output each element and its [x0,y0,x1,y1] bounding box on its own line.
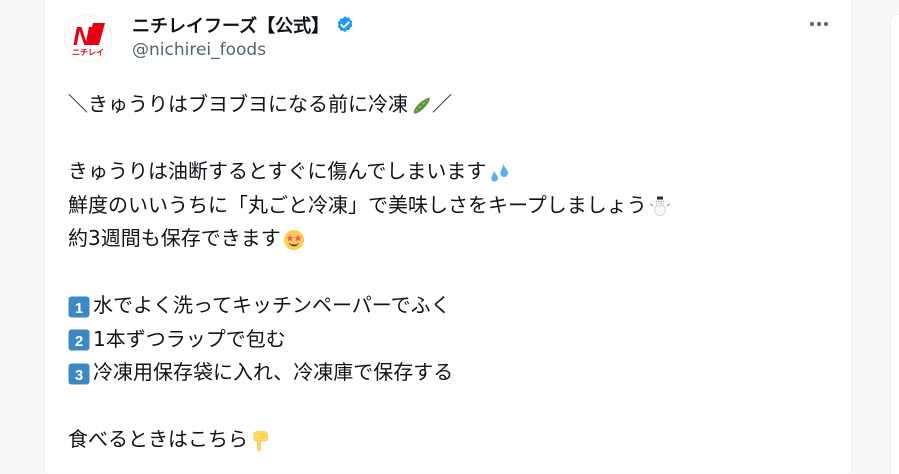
step-item: 3 冷凍用保存袋に入れ、冷凍庫で保存する [68,356,828,390]
svg-text:1: 1 [75,300,83,317]
backhand-index-pointing-down-emoji [250,429,272,452]
post-text: ＼きゅうりはブヨブヨになる前に冷凍 ／ きゅうりは油断するとすぐに傷んでしまいま… [68,88,828,457]
author-handle[interactable]: @nichirei_foods [132,40,266,60]
nichirei-logo-icon: N ニチレイ [72,21,105,57]
verified-badge-icon[interactable] [335,15,355,35]
text-line: 食べるときはこちら [68,423,828,457]
sweat-droplets-emoji [488,161,510,183]
snowman-emoji [649,194,671,217]
cucumber-emoji [410,94,432,116]
author-name-row: ニチレイフーズ【公式】 [132,12,355,38]
keycap-number-icon: 2 [68,328,90,351]
step-item: 2 1本ずつラップで包む [68,323,828,357]
text-line: 約3週間も保存できます [68,222,828,256]
svg-text:2: 2 [75,333,83,350]
text-line: 鮮度のいいうちに「丸ごと冷凍」で美味しさをキープしましょう [68,189,828,223]
step-item: 1 水でよく洗ってキッチンペーパーでふく [68,289,828,323]
svg-text:ニチレイ: ニチレイ [72,48,104,57]
avatar[interactable]: N ニチレイ [64,14,112,62]
svg-text:3: 3 [75,367,83,384]
keycap-number-icon: 1 [68,295,90,318]
display-name[interactable]: ニチレイフーズ【公式】 [132,12,329,38]
star-struck-emoji [283,228,305,250]
keycap-number-icon: 3 [68,362,90,385]
side-panel-edge [890,14,899,474]
text-line: ＼きゅうりはブヨブヨになる前に冷凍 ／ [68,92,452,116]
more-options-icon[interactable] [807,12,831,36]
text-line: きゅうりは油断するとすぐに傷んでしまいます [68,155,828,189]
